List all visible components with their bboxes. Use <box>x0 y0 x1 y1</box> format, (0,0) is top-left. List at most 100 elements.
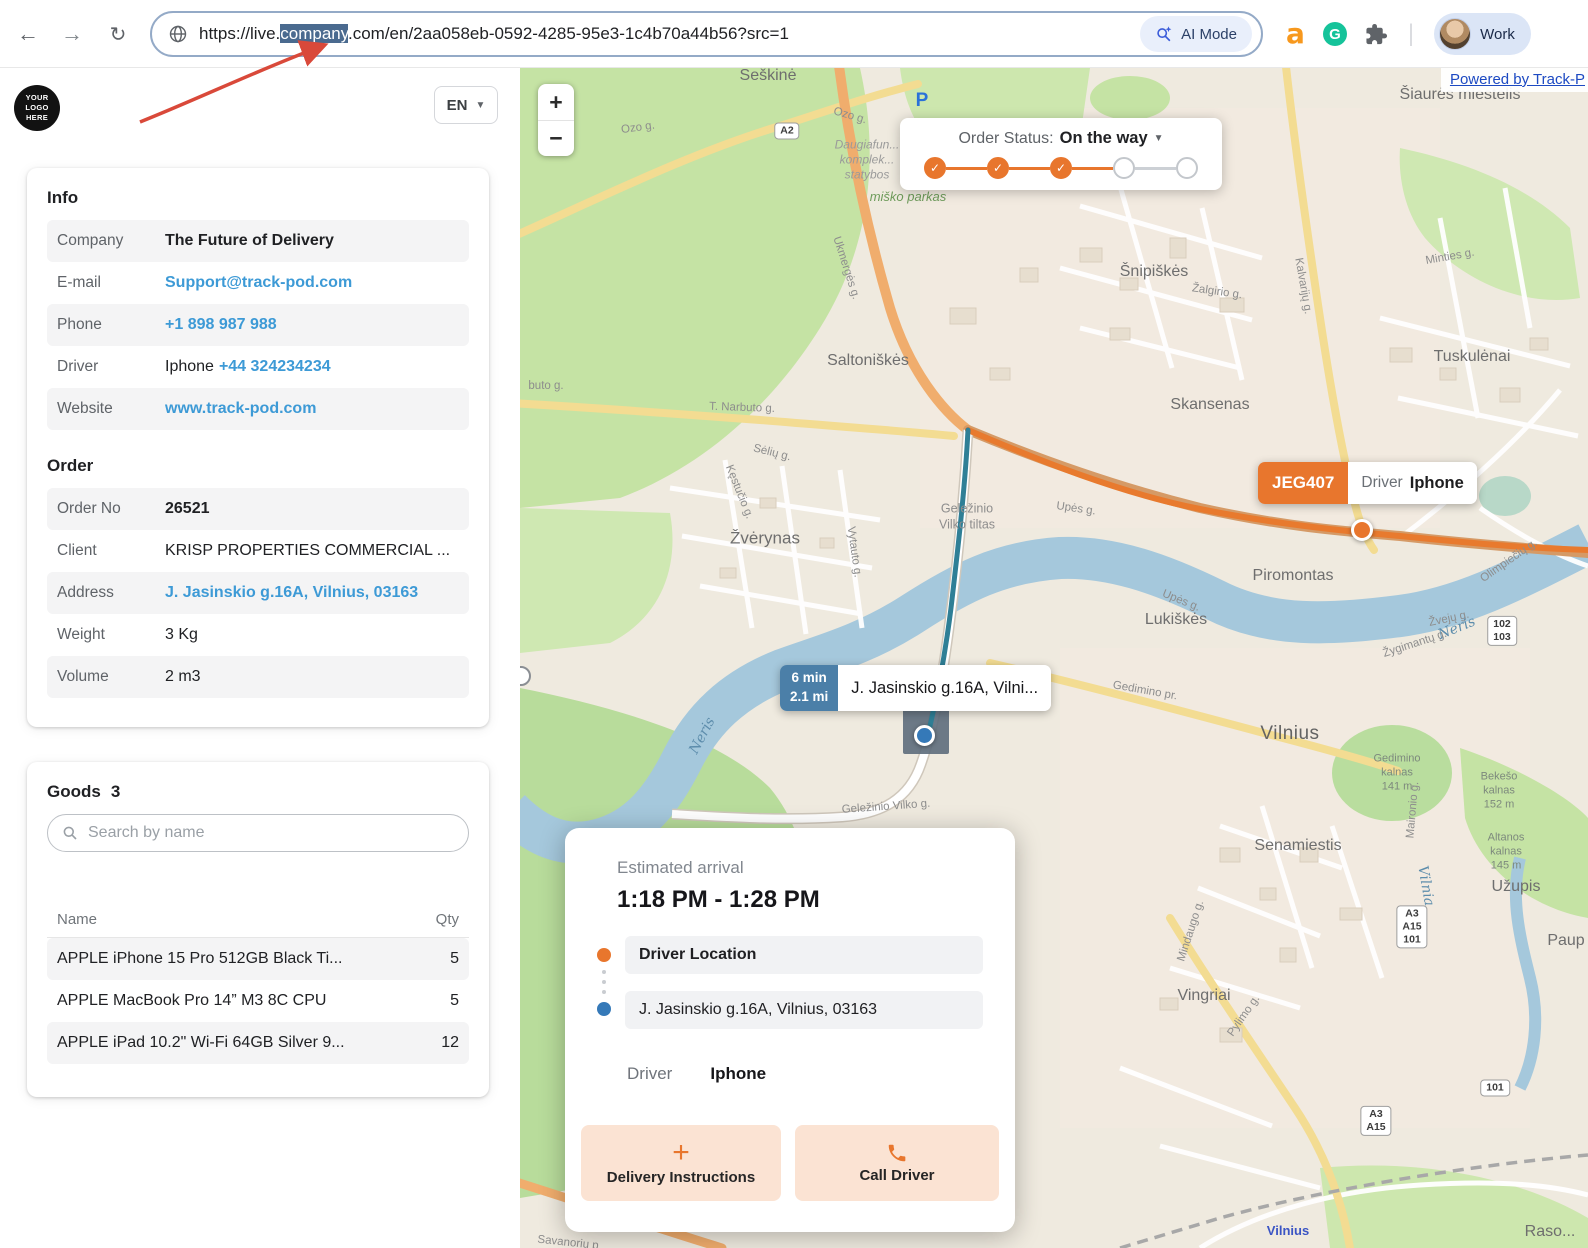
zoom-out-button[interactable]: − <box>538 120 574 156</box>
value-link[interactable]: Support@track-pod.com <box>165 274 352 292</box>
zoom-in-button[interactable]: + <box>538 84 574 120</box>
ai-search-icon <box>1155 25 1173 43</box>
extensions-puzzle-icon[interactable] <box>1365 23 1388 46</box>
row-label: Phone <box>57 316 165 334</box>
step-connector <box>1135 167 1176 170</box>
goods-section-title: Goods3 <box>47 782 469 802</box>
step-connector <box>1009 167 1050 170</box>
detail-row: Volume2 m3 <box>47 656 469 698</box>
status-stepper: ✓✓✓ <box>900 157 1222 179</box>
row-value: 3 Kg <box>165 626 198 644</box>
goods-qty: 5 <box>450 950 459 968</box>
value-link[interactable]: +44 324234234 <box>219 358 331 376</box>
arrival-title: Estimated arrival <box>617 858 744 878</box>
route-dots <box>602 970 606 974</box>
status-step: ✓ <box>1050 157 1072 179</box>
detail-row: CompanyThe Future of Delivery <box>47 220 469 262</box>
value-link[interactable]: +1 898 987 988 <box>165 316 277 334</box>
route-dots <box>602 990 606 994</box>
destination-dot[interactable] <box>914 725 935 746</box>
browser-toolbar: ← → ↻ https://live.company.com/en/2aa058… <box>0 0 1588 68</box>
driver-field-label: Driver <box>627 1064 672 1084</box>
goods-search-input[interactable] <box>88 824 454 842</box>
column-name: Name <box>57 911 97 928</box>
detail-row: Order No26521 <box>47 488 469 530</box>
goods-row: APPLE iPad 10.2" Wi-Fi 64GB Silver 9...1… <box>47 1022 469 1064</box>
plus-icon: + <box>672 1140 690 1166</box>
company-logo: YOUR LOGO HERE <box>14 85 60 131</box>
grammarly-extension-icon[interactable]: G <box>1323 22 1347 46</box>
reload-icon[interactable]: ↻ <box>96 12 140 56</box>
chevron-down-icon: ▼ <box>475 100 485 111</box>
zoom-control: + − <box>538 84 574 156</box>
goods-table-header: Name Qty <box>47 902 469 938</box>
tracking-map[interactable]: ŠeškinėŠiaurės miestelisŠnipiškėsTuskulė… <box>520 68 1588 1248</box>
url-text[interactable]: https://live.company.com/en/2aa058eb-059… <box>199 24 789 44</box>
step-connector <box>946 167 987 170</box>
row-label: Driver <box>57 358 165 376</box>
address-bar[interactable]: https://live.company.com/en/2aa058eb-059… <box>150 11 1263 57</box>
back-icon[interactable]: ← <box>6 12 50 56</box>
detail-row: DriverIphone+44 324234234 <box>47 346 469 388</box>
ai-mode-label: AI Mode <box>1181 26 1237 43</box>
language-value: EN <box>447 97 468 114</box>
order-section-title: Order <box>47 456 469 476</box>
goods-name: APPLE iPhone 15 Pro 512GB Black Ti... <box>57 950 343 968</box>
ai-mode-button[interactable]: AI Mode <box>1140 16 1252 52</box>
detail-row: E-mailSupport@track-pod.com <box>47 262 469 304</box>
info-order-card: Info CompanyThe Future of DeliveryE-mail… <box>27 168 489 727</box>
goods-row: APPLE iPhone 15 Pro 512GB Black Ti... 5 <box>47 938 469 980</box>
order-rows: Order No26521ClientKRISP PROPERTIES COMM… <box>47 488 469 698</box>
detail-row: Websitewww.track-pod.com <box>47 388 469 430</box>
step-connector <box>1072 167 1113 170</box>
row-label: Company <box>57 232 165 250</box>
goods-rows: APPLE iPhone 15 Pro 512GB Black Ti...5AP… <box>47 938 469 1064</box>
value-link[interactable]: J. Jasinskio g.16A, Vilnius, 03163 <box>165 584 418 602</box>
order-sidebar: YOUR LOGO HERE EN ▼ Info CompanyThe Futu… <box>0 68 520 1248</box>
call-driver-button[interactable]: Call Driver <box>795 1125 999 1201</box>
row-label: Website <box>57 400 165 418</box>
delivery-instructions-button[interactable]: + Delivery Instructions <box>581 1125 781 1201</box>
toolbar-divider: | <box>1408 20 1414 48</box>
status-label: Order Status: <box>958 130 1053 148</box>
goods-qty: 12 <box>441 1034 459 1052</box>
chevron-down-icon[interactable]: ▼ <box>1154 133 1164 144</box>
globe-icon <box>168 24 188 44</box>
detail-row: Weight3 Kg <box>47 614 469 656</box>
from-location: Driver Location <box>625 936 983 974</box>
profile-name: Work <box>1480 26 1515 43</box>
phone-icon <box>886 1142 908 1164</box>
status-step: ✓ <box>924 157 946 179</box>
forward-icon[interactable]: → <box>50 12 94 56</box>
eta-tooltip: 6 min 2.1 mi J. Jasinskio g.16A, Vilni..… <box>780 665 1051 711</box>
row-value: The Future of Delivery <box>165 232 334 250</box>
row-label: Volume <box>57 668 165 686</box>
vehicle-plate: JEG407 <box>1258 462 1348 504</box>
driver-label: Driver <box>1361 474 1402 492</box>
profile-chip[interactable]: Work <box>1434 13 1531 55</box>
search-icon <box>62 825 78 841</box>
destination-dot-icon <box>597 1002 611 1016</box>
goods-qty: 5 <box>450 992 459 1010</box>
value-link[interactable]: www.track-pod.com <box>165 400 316 418</box>
eta-time-distance: 6 min 2.1 mi <box>780 665 838 711</box>
driver-field-value: Iphone <box>710 1064 766 1084</box>
detail-row: ClientKRISP PROPERTIES COMMERCIAL ... <box>47 530 469 572</box>
row-label: Client <box>57 542 165 560</box>
driver-name: Iphone <box>1410 474 1464 493</box>
driver-location-dot[interactable] <box>1351 519 1373 541</box>
row-value: 2 m3 <box>165 668 201 686</box>
estimated-arrival-card: Estimated arrival 1:18 PM - 1:28 PM Driv… <box>565 828 1015 1232</box>
info-rows: CompanyThe Future of DeliveryE-mailSuppo… <box>47 220 469 430</box>
language-selector[interactable]: EN ▼ <box>434 86 498 124</box>
driver-dot-icon <box>597 948 611 962</box>
goods-card: Goods3 Name Qty APPLE iPhone 15 Pro 512G… <box>27 762 489 1097</box>
row-label: E-mail <box>57 274 165 292</box>
amazon-extension-icon[interactable]: a <box>1286 20 1305 48</box>
driver-marker-label[interactable]: JEG407 Driver Iphone <box>1258 462 1477 504</box>
powered-by-link[interactable]: Powered by Track-P <box>1441 68 1588 92</box>
status-step <box>1176 157 1198 179</box>
goods-search[interactable] <box>47 814 469 852</box>
url-selection: company <box>280 24 348 43</box>
arrival-time: 1:18 PM - 1:28 PM <box>617 886 820 914</box>
